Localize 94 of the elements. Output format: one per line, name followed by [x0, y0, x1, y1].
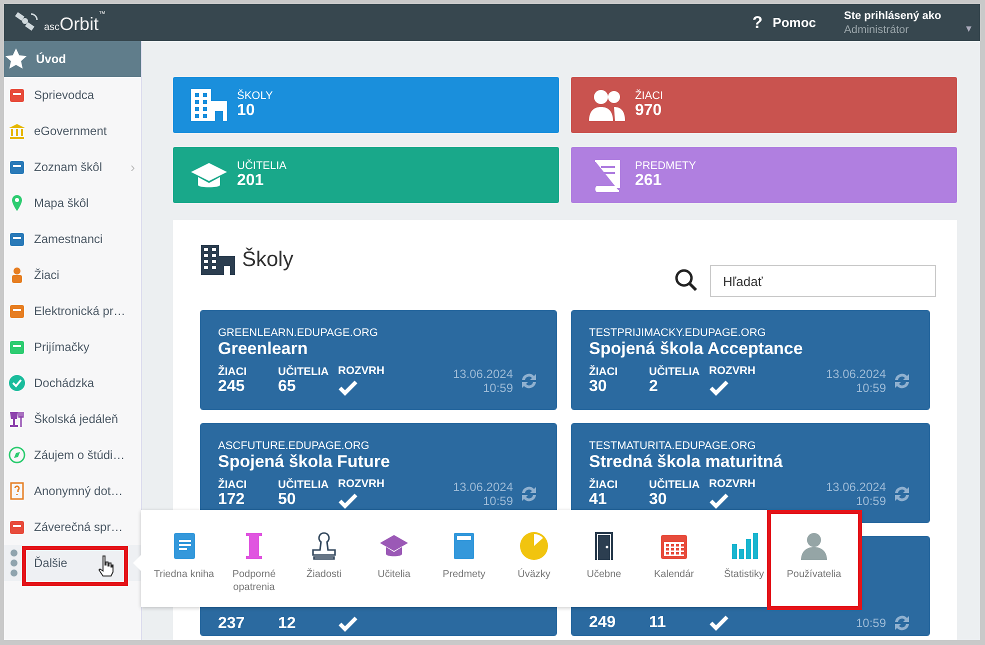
students-label: ŽIACI — [218, 366, 248, 378]
people-icon — [587, 87, 627, 123]
teachers-count: 65 — [278, 378, 297, 396]
star-icon — [4, 47, 28, 71]
teachers-label: UČITELIA — [649, 478, 701, 490]
hand-cursor-icon — [98, 555, 114, 577]
sync-time: 10:59 — [856, 380, 886, 394]
building-icon — [189, 87, 229, 123]
logo-text: asc — [44, 22, 60, 32]
sidebar-item[interactable]: Záujem o štúdi… — [4, 437, 141, 473]
teachers-count: 11 — [649, 614, 667, 632]
cup-fork-icon — [8, 410, 26, 428]
sync-time: 10:59 — [856, 494, 886, 508]
sync-date: 13.06.2024 — [826, 366, 886, 380]
stat-tile[interactable]: ŽIACI 970 — [571, 77, 957, 133]
students-count: 41 — [589, 490, 608, 508]
compass-icon — [8, 446, 26, 464]
stat-value: 261 — [635, 172, 663, 190]
timetable-label: ROZVRH — [338, 365, 386, 377]
stat-value: 201 — [237, 172, 265, 190]
school-name: Spojená škola Future — [218, 452, 391, 472]
sidebar-item[interactable]: Úvod — [4, 41, 141, 77]
sidebar-item[interactable]: Elektronická pr… — [4, 293, 141, 329]
teachers-label: UČITELIA — [278, 366, 330, 378]
user-name[interactable]: Administrátor — [844, 24, 962, 36]
sidebar-item[interactable]: Zoznam škôl › — [4, 149, 141, 185]
students-label: ŽIACI — [218, 478, 248, 490]
sync-time: 10:59 — [482, 380, 513, 394]
sidebar-item[interactable]: Školská jedáleň — [4, 401, 141, 437]
school-domain: TESTPRIJIMACKY.EDUPAGE.ORG — [589, 327, 767, 339]
school-card[interactable]: GREENLEARN.EDUPAGE.ORG Greenlearn ŽIACI 245 UČITELIA 65 ROZVRH 13.06.2024 10:59 — [200, 310, 557, 410]
school-domain: ASCFUTURE.EDUPAGE.ORG — [218, 440, 370, 452]
timetable-label: ROZVRH — [709, 365, 756, 377]
school-name: Spojená škola Acceptance — [589, 339, 804, 359]
chevron-icon: › — [130, 159, 135, 175]
help-icon[interactable]: ? — [752, 12, 763, 32]
stat-tile[interactable]: ŠKOLY 10 — [173, 77, 559, 133]
school-card[interactable]: TESTPRIJIMACKY.EDUPAGE.ORG Spojená škola Acceptance ŽIACI 30 UČITELIA 2 ROZVRH 13.06.2024 10:59 — [571, 310, 930, 410]
sidebar-item[interactable]: eGovernment — [4, 113, 141, 149]
students-count: 245 — [218, 378, 246, 396]
timetable-label: ROZVRH — [338, 478, 386, 490]
sync-time: 10:59 — [482, 494, 513, 508]
stat-label: UČITELIA — [237, 160, 287, 172]
sidebar-item[interactable]: Dochádzka — [4, 365, 141, 401]
refresh-icon[interactable] — [892, 613, 912, 633]
user-label: Ste prihlásený ako — [844, 10, 942, 22]
teachers-count: 30 — [649, 490, 668, 508]
search-icon[interactable] — [674, 268, 698, 292]
dots-icon — [10, 549, 18, 577]
panel-title: Školy — [242, 248, 294, 272]
school-domain: TESTMATURITA.EDUPAGE.ORG — [589, 440, 757, 452]
dropdown-caret[interactable]: ▾ — [966, 22, 972, 35]
stat-value: 970 — [635, 102, 663, 120]
teachers-count: 2 — [649, 378, 659, 396]
timetable-label: ROZVRH — [709, 478, 756, 490]
logo-text: Orbit — [60, 14, 99, 34]
user-icon — [798, 530, 830, 562]
bank-icon — [8, 122, 26, 140]
stat-tile[interactable]: UČITELIA 201 — [173, 147, 559, 203]
students-count: 30 — [589, 378, 608, 396]
teachers-label: UČITELIA — [649, 366, 701, 378]
search-field[interactable]: Hľadať — [710, 265, 936, 297]
teachers-count: 12 — [278, 615, 297, 633]
sidebar-item[interactable]: Anonymný dot… — [4, 473, 141, 509]
sidebar-item[interactable]: Záverečná spr… — [4, 509, 141, 545]
sync-date: 13.06.2024 — [452, 366, 513, 380]
help-link[interactable]: Pomoc — [772, 15, 816, 30]
sync-time: 10:59 — [856, 616, 886, 630]
sidebar-item[interactable]: Žiaci — [4, 257, 141, 293]
stat-tile[interactable]: PREDMETY 261 — [571, 147, 957, 203]
sync-date: 13.06.2024 — [826, 480, 886, 494]
pie-chart-icon — [518, 530, 550, 562]
sidebar-item[interactable]: Sprievodca — [4, 77, 141, 113]
students-count: 249 — [589, 614, 617, 632]
building-icon — [200, 244, 236, 276]
sidebar-item[interactable]: Prijímačky — [4, 329, 141, 365]
sidebar-item[interactable]: Mapa škôl — [4, 185, 141, 221]
stat-label: PREDMETY — [635, 160, 696, 172]
school-domain: GREENLEARN.EDUPAGE.ORG — [218, 327, 379, 339]
stat-value: 10 — [237, 102, 256, 120]
stat-label: ŽIACI — [635, 90, 664, 102]
students-label: ŽIACI — [589, 478, 619, 490]
check-circle-icon — [8, 374, 26, 392]
students-label: ŽIACI — [589, 366, 619, 378]
teachers-count: 50 — [278, 490, 297, 508]
school-name: Stredná škola maturitná — [589, 452, 784, 472]
sync-date: 13.06.2024 — [452, 480, 513, 494]
students-count: 237 — [218, 615, 246, 633]
students-count: 172 — [218, 490, 246, 508]
sidebar-item[interactable]: Zamestnanci — [4, 221, 141, 257]
teachers-label: UČITELIA — [278, 478, 330, 490]
stat-label: ŠKOLY — [237, 90, 273, 102]
question-icon — [8, 482, 26, 500]
school-name: Greenlearn — [218, 339, 309, 359]
